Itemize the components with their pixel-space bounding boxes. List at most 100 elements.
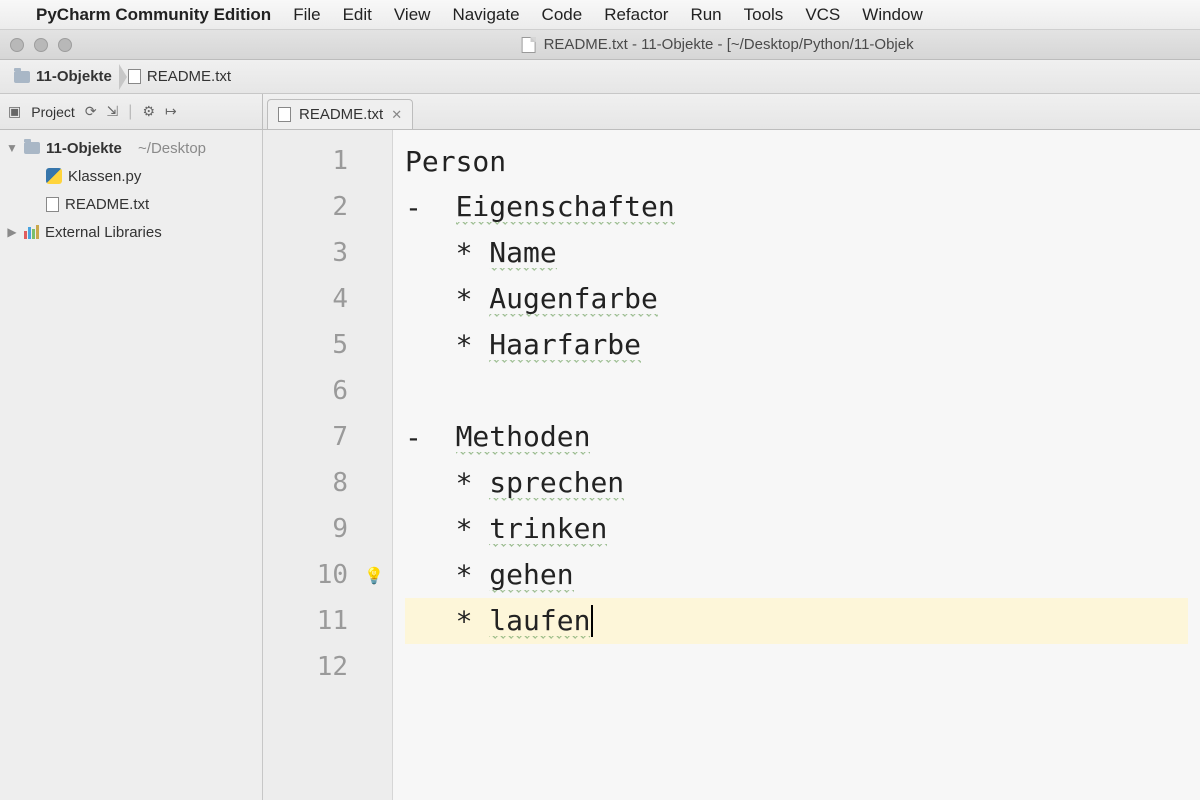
hide-icon[interactable]: ↦ — [165, 103, 177, 120]
tree-file-klassen[interactable]: Klassen.py — [0, 162, 262, 190]
menu-run[interactable]: Run — [690, 5, 721, 25]
menu-refactor[interactable]: Refactor — [604, 5, 668, 25]
chevron-right-icon[interactable]: ▶ — [6, 225, 18, 239]
tree-root-name: 11-Objekte — [46, 140, 122, 157]
code-line[interactable]: * Augenfarbe — [405, 276, 1188, 322]
breadcrumb: 11-Objekte README.txt — [0, 60, 1200, 94]
editor[interactable]: 12345678910💡1112 Person- Eigenschaften *… — [263, 130, 1200, 800]
tree-external-label: External Libraries — [45, 224, 162, 241]
menu-window[interactable]: Window — [862, 5, 922, 25]
code-text: * — [405, 559, 489, 592]
menu-navigate[interactable]: Navigate — [452, 5, 519, 25]
code-line[interactable]: - Methoden — [405, 414, 1188, 460]
spellcheck-word: trinken — [489, 512, 607, 547]
project-toolwindow-header: ▣ Project ⟳ ⇲ | ⚙ ↦ — [0, 94, 263, 129]
libraries-icon — [24, 225, 39, 239]
gear-icon[interactable]: ⚙ — [142, 103, 155, 120]
app-name[interactable]: PyCharm Community Edition — [36, 5, 271, 25]
chevron-down-icon[interactable]: ▼ — [6, 141, 18, 155]
spellcheck-word: Name — [489, 236, 556, 271]
tree-root-path: ~/Desktop — [138, 140, 206, 157]
text-cursor — [591, 605, 593, 637]
python-file-icon — [46, 168, 62, 184]
code-text: * — [405, 237, 489, 270]
window-title-text: README.txt - 11-Objekte - [~/Desktop/Pyt… — [544, 36, 914, 53]
line-number: 8 — [263, 460, 392, 506]
intention-bulb-icon[interactable]: 💡 — [364, 566, 384, 585]
code-text: * — [405, 513, 489, 546]
folder-icon — [24, 142, 40, 154]
code-area[interactable]: Person- Eigenschaften * Name * Augenfarb… — [393, 130, 1200, 800]
window-title: README.txt - 11-Objekte - [~/Desktop/Pyt… — [522, 36, 914, 53]
document-icon — [522, 37, 536, 53]
tree-file-readme[interactable]: README.txt — [0, 190, 262, 218]
line-number: 7 — [263, 414, 392, 460]
line-number: 12 — [263, 644, 392, 690]
line-number: 1 — [263, 138, 392, 184]
close-tab-icon[interactable]: ✕ — [391, 107, 402, 123]
project-tool-label[interactable]: Project — [31, 104, 75, 120]
code-text: * — [405, 283, 489, 316]
menu-edit[interactable]: Edit — [343, 5, 372, 25]
line-number: 5 — [263, 322, 392, 368]
menu-view[interactable]: View — [394, 5, 431, 25]
tree-file-label: README.txt — [65, 196, 149, 213]
tree-external-libraries[interactable]: ▶ External Libraries — [0, 218, 262, 246]
spellcheck-word: Haarfarbe — [489, 328, 641, 363]
text-file-icon — [46, 197, 59, 212]
spellcheck-word: Methoden — [456, 420, 591, 455]
spellcheck-word: gehen — [489, 558, 573, 593]
code-line[interactable]: * trinken — [405, 506, 1188, 552]
toolstrip: ▣ Project ⟳ ⇲ | ⚙ ↦ README.txt ✕ — [0, 94, 1200, 130]
breadcrumb-file-label: README.txt — [147, 68, 231, 85]
line-number: 3 — [263, 230, 392, 276]
code-line[interactable]: * gehen — [405, 552, 1188, 598]
editor-tabs: README.txt ✕ — [263, 94, 413, 129]
spellcheck-word: Eigenschaften — [456, 190, 675, 225]
mac-menubar: PyCharm Community Edition File Edit View… — [0, 0, 1200, 30]
code-text: * — [405, 329, 489, 362]
breadcrumb-project[interactable]: 11-Objekte — [6, 60, 120, 93]
window-titlebar: README.txt - 11-Objekte - [~/Desktop/Pyt… — [0, 30, 1200, 60]
zoom-window-icon[interactable] — [58, 38, 72, 52]
code-text: * — [405, 467, 489, 500]
line-number: 9 — [263, 506, 392, 552]
tab-label: README.txt — [299, 106, 383, 123]
line-number: 2 — [263, 184, 392, 230]
minimize-window-icon[interactable] — [34, 38, 48, 52]
code-line[interactable]: - Eigenschaften — [405, 184, 1188, 230]
main-area: ▼ 11-Objekte ~/Desktop Klassen.py README… — [0, 130, 1200, 800]
menu-code[interactable]: Code — [542, 5, 583, 25]
line-gutter: 12345678910💡1112 — [263, 130, 393, 800]
folder-icon — [14, 71, 30, 83]
code-text: - — [405, 191, 456, 224]
code-line[interactable]: Person — [405, 138, 1188, 184]
line-number: 4 — [263, 276, 392, 322]
menu-tools[interactable]: Tools — [744, 5, 784, 25]
code-text: - — [405, 421, 456, 454]
tree-file-label: Klassen.py — [68, 168, 141, 185]
sync-icon[interactable]: ⟳ — [85, 103, 97, 120]
code-line[interactable]: * Haarfarbe — [405, 322, 1188, 368]
close-window-icon[interactable] — [10, 38, 24, 52]
code-text: * — [405, 605, 489, 638]
menu-file[interactable]: File — [293, 5, 320, 25]
project-tool-icon[interactable]: ▣ — [8, 103, 21, 120]
traffic-lights — [10, 38, 72, 52]
collapse-icon[interactable]: ⇲ — [107, 103, 119, 120]
file-icon — [128, 69, 141, 84]
code-line[interactable]: * Name — [405, 230, 1188, 276]
tree-root[interactable]: ▼ 11-Objekte ~/Desktop — [0, 134, 262, 162]
spellcheck-word: sprechen — [489, 466, 624, 501]
project-tree[interactable]: ▼ 11-Objekte ~/Desktop Klassen.py README… — [0, 130, 263, 800]
code-line[interactable] — [405, 368, 1188, 414]
menu-vcs[interactable]: VCS — [805, 5, 840, 25]
breadcrumb-project-label: 11-Objekte — [36, 68, 112, 85]
code-line[interactable]: * laufen — [405, 598, 1188, 644]
line-number: 10💡 — [263, 552, 392, 598]
breadcrumb-file[interactable]: README.txt — [120, 60, 239, 93]
code-line[interactable] — [405, 644, 1188, 690]
code-line[interactable]: * sprechen — [405, 460, 1188, 506]
file-icon — [278, 107, 291, 122]
tab-readme[interactable]: README.txt ✕ — [267, 99, 413, 129]
